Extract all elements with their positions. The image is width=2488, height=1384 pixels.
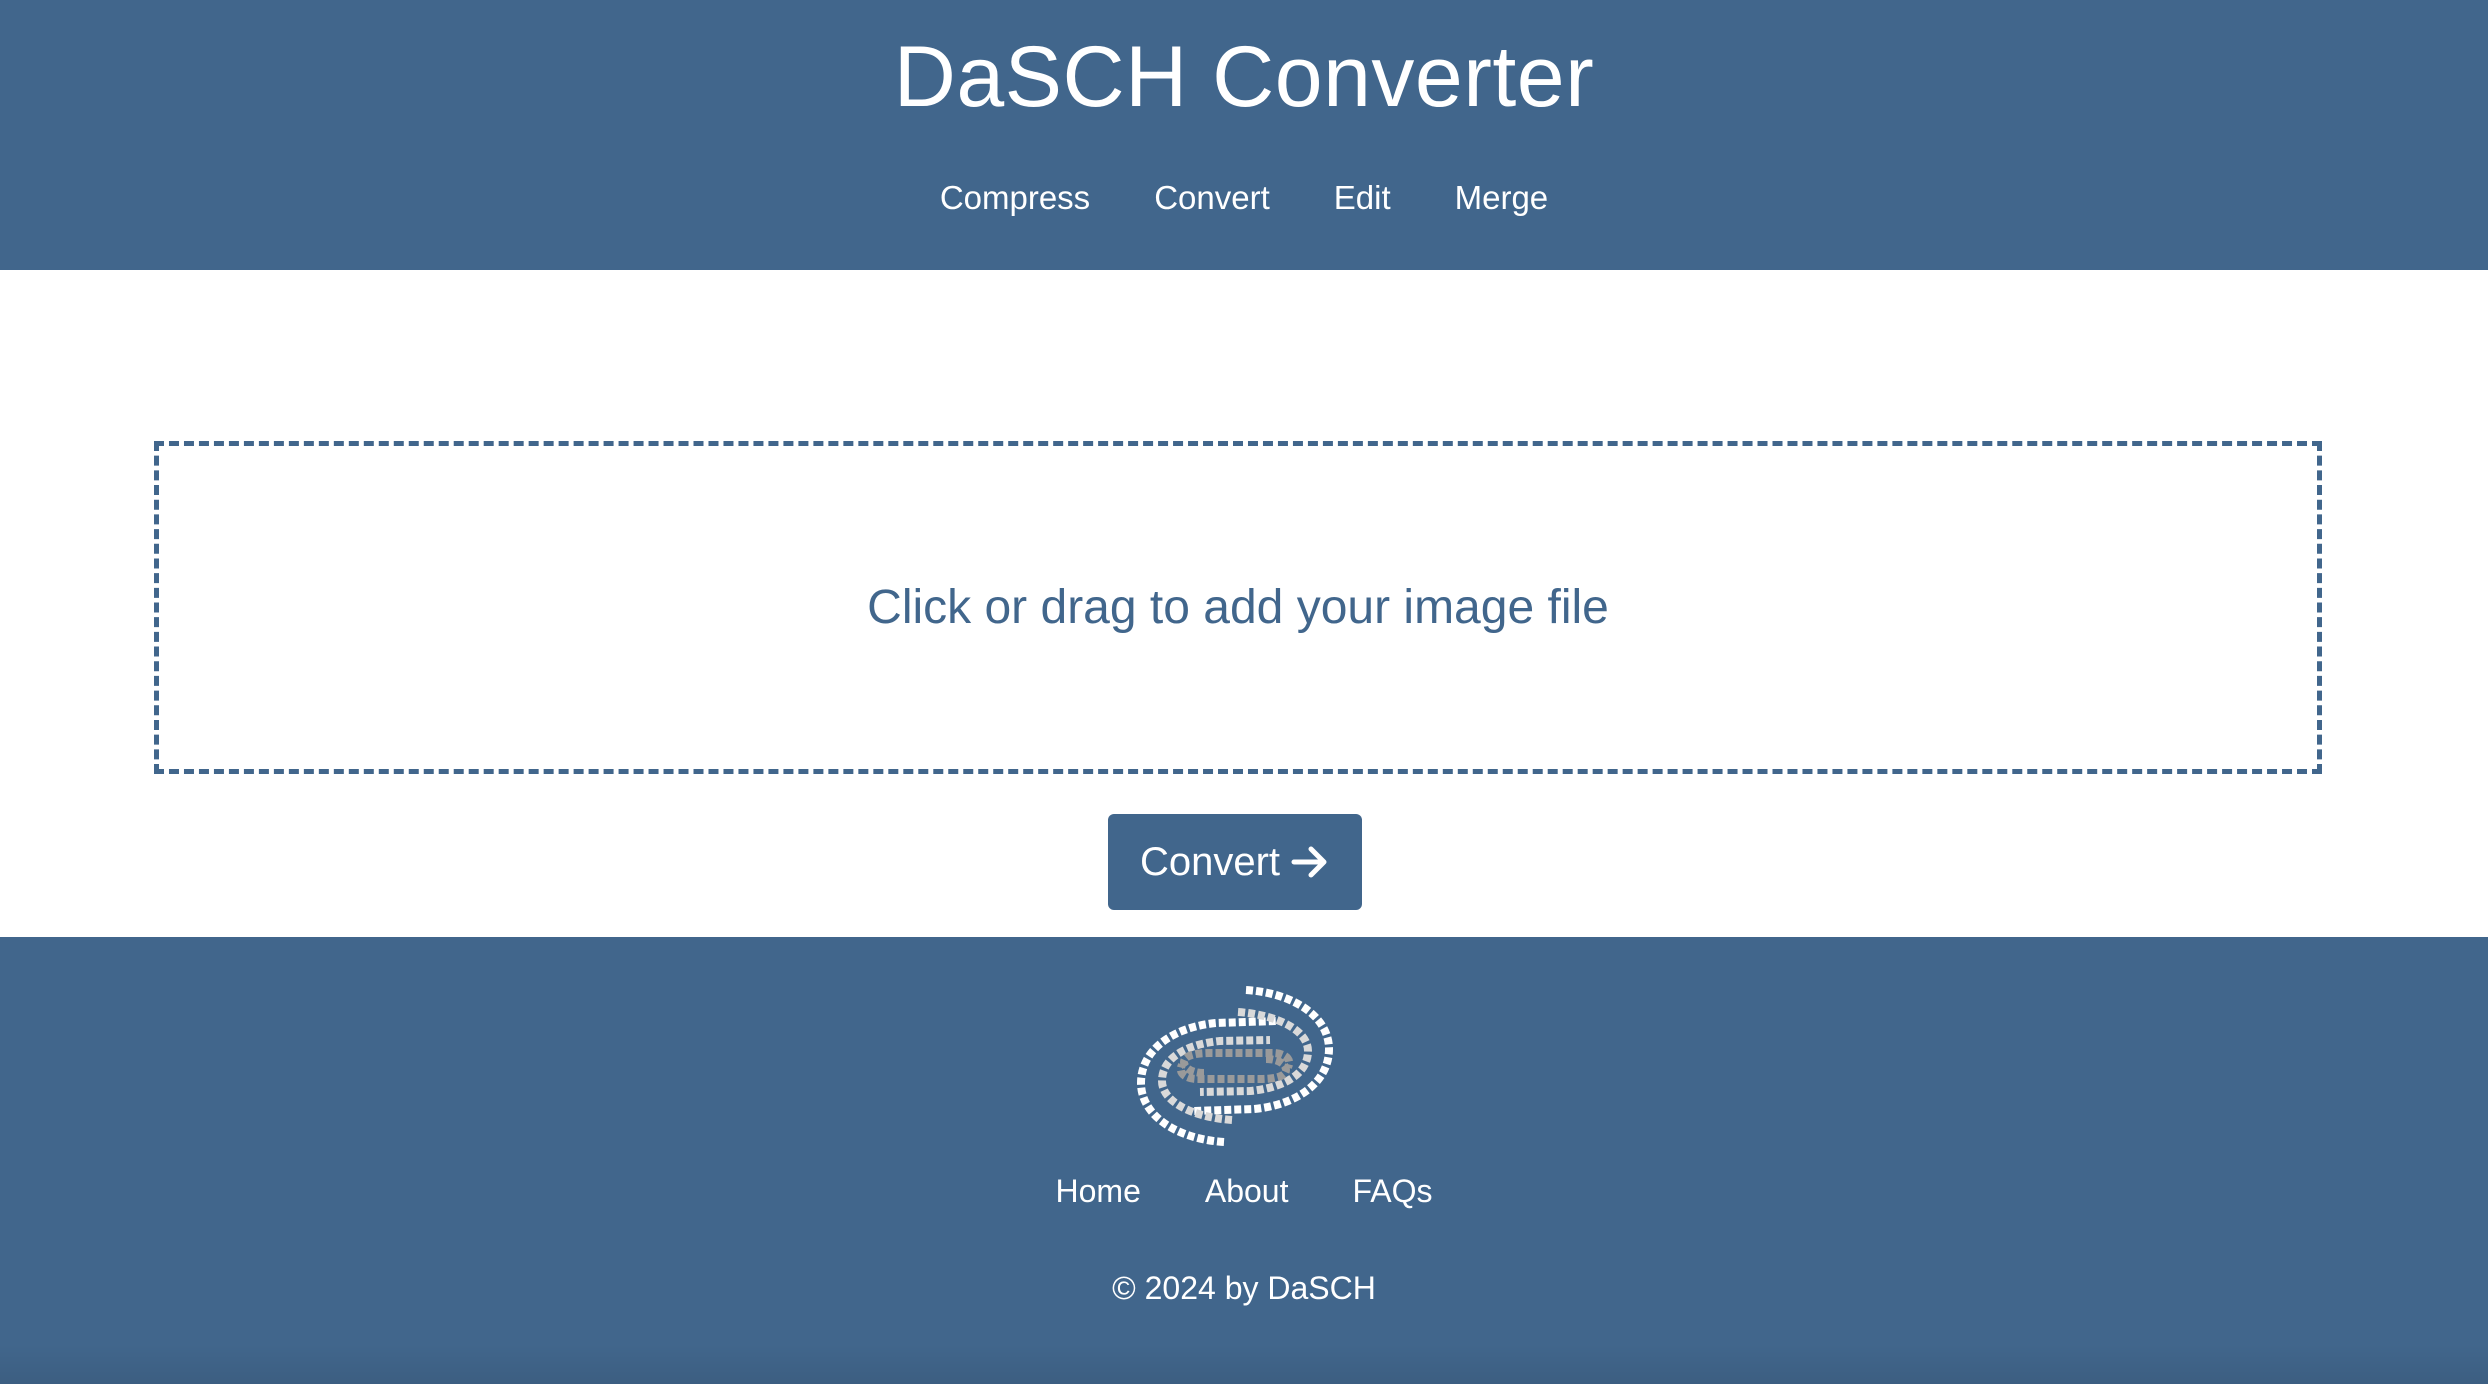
footer-nav: Home About FAQs: [0, 1161, 2488, 1221]
nav-convert[interactable]: Convert: [1154, 168, 1270, 228]
copyright-text: © 2024 by DaSCH: [1112, 1270, 1376, 1306]
convert-button[interactable]: Convert: [1108, 814, 1362, 910]
dropzone-prompt: Click or drag to add your image file: [867, 581, 1609, 634]
nav-compress[interactable]: Compress: [940, 168, 1090, 228]
nav-edit[interactable]: Edit: [1334, 168, 1391, 228]
dasch-logo-icon: [1136, 986, 1334, 1146]
main-nav: Compress Convert Edit Merge: [0, 168, 2488, 228]
arrow-right-icon: [1291, 846, 1327, 878]
convert-button-label: Convert: [1139, 839, 1281, 884]
site-footer: Home About FAQs © 2024 by DaSCH: [0, 937, 2488, 1384]
footer-shade: [0, 1344, 2488, 1384]
file-dropzone[interactable]: Click or drag to add your image file: [154, 441, 2322, 774]
footer-link-about[interactable]: About: [1205, 1161, 1289, 1221]
footer-link-faqs[interactable]: FAQs: [1352, 1161, 1432, 1221]
site-header: DaSCH Converter Compress Convert Edit Me…: [0, 0, 2488, 270]
site-title: DaSCH Converter: [893, 29, 1595, 125]
footer-link-home[interactable]: Home: [1056, 1161, 1141, 1221]
nav-merge[interactable]: Merge: [1455, 168, 1549, 228]
